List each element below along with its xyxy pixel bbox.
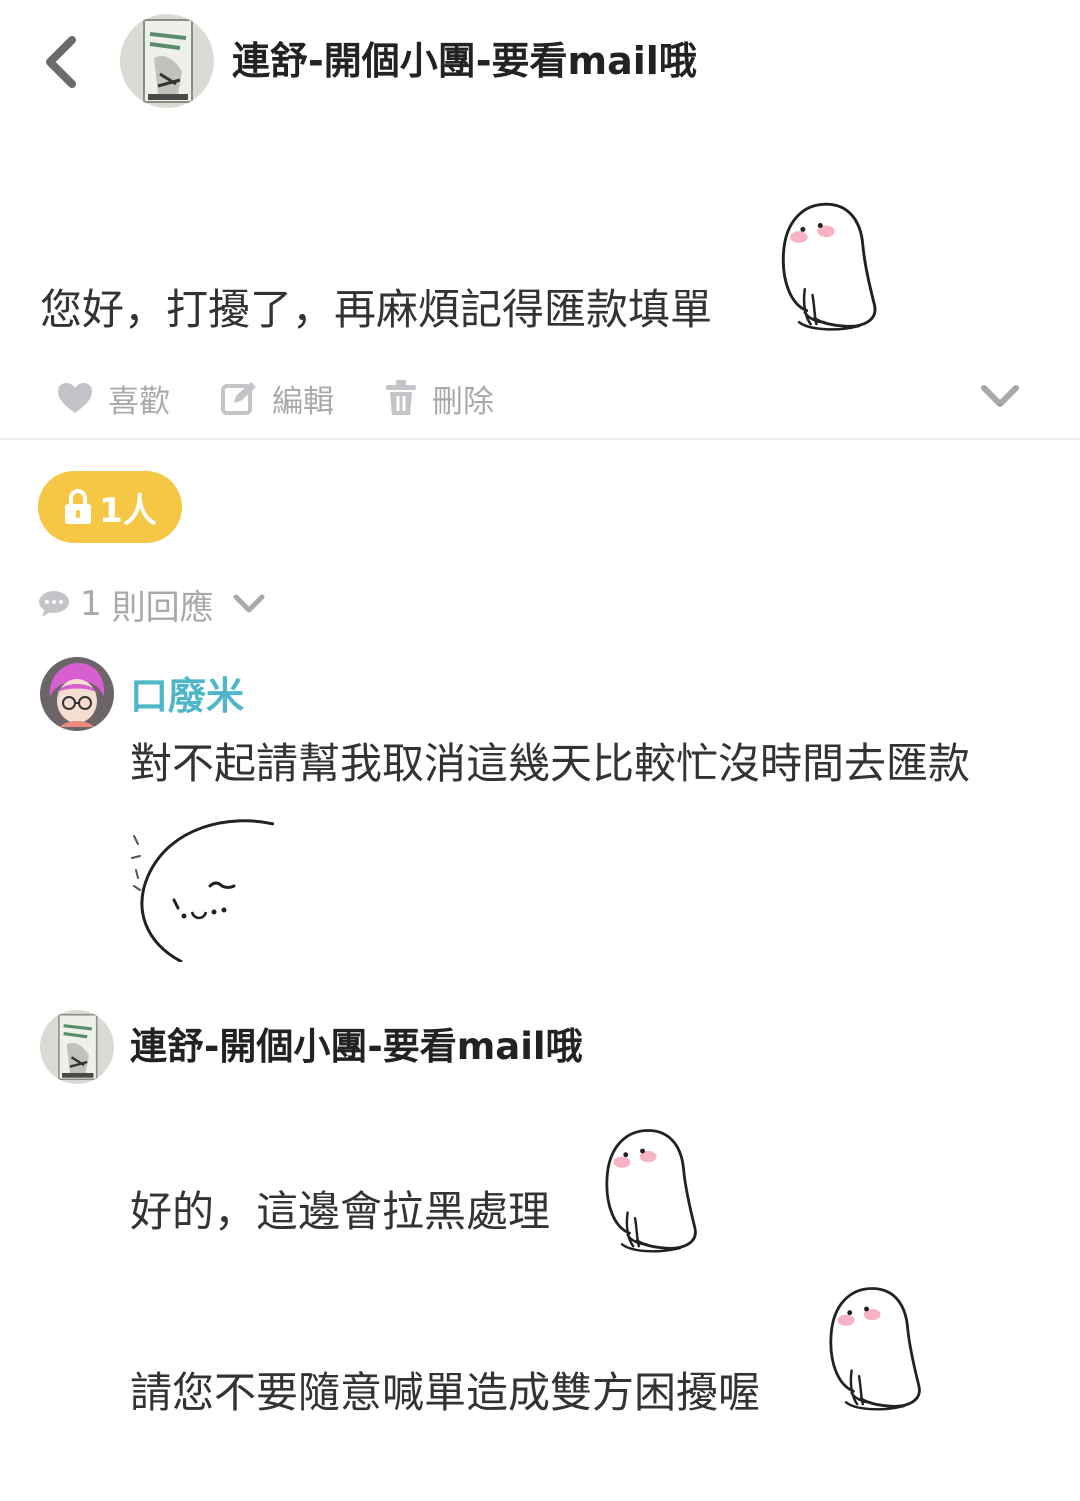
delete-label: 刪除 — [432, 383, 494, 420]
delete-button[interactable]: 刪除 — [384, 374, 494, 422]
replies-toggle[interactable]: 1 則回應 — [38, 580, 266, 628]
edit-button[interactable]: 編輯 — [220, 374, 334, 422]
lock-icon — [65, 489, 92, 524]
conversation-page: 連舒-開個小團-要看mail哦 您好，打擾了，再麻煩記得匯款填單 喜歡 編輯 刪… — [0, 0, 1080, 1501]
reply-message: 對不起請幫我取消這幾天比較忙沒時間去匯款 — [130, 739, 971, 788]
blob-sticker-shy-icon — [594, 1120, 706, 1266]
reply-message: 請您不要隨意喊單造成雙方困擾喔 — [130, 1368, 761, 1417]
post-message: 您好，打擾了，再麻煩記得匯款填單 — [40, 285, 713, 334]
edit-icon — [221, 382, 256, 415]
blob-sticker-peek-icon — [130, 816, 275, 964]
trash-icon — [386, 380, 416, 415]
blob-sticker-shy-icon — [770, 196, 886, 342]
heart-icon — [58, 383, 92, 413]
chevron-down-icon[interactable] — [976, 378, 1024, 414]
avatar[interactable] — [120, 14, 214, 108]
speech-bubble-icon — [39, 591, 69, 617]
blob-sticker-shy-icon — [818, 1278, 930, 1424]
page-title: 連舒-開個小團-要看mail哦 — [232, 39, 697, 83]
like-label: 喜歡 — [108, 383, 170, 420]
reply-author[interactable]: 口廢米 — [130, 671, 244, 721]
reply-count: 1 — [80, 584, 102, 624]
avatar[interactable] — [40, 1010, 114, 1084]
reply-message: 好的，這邊會拉黑處理 — [130, 1187, 551, 1236]
reply-author[interactable]: 連舒-開個小團-要看mail哦 — [130, 1022, 583, 1072]
avatar[interactable] — [40, 657, 114, 731]
badge-count: 1人 — [99, 490, 157, 531]
chevron-left-icon[interactable] — [38, 34, 86, 90]
chevron-down-icon — [233, 594, 265, 613]
edit-label: 編輯 — [272, 383, 334, 420]
divider — [0, 438, 1080, 440]
reply-count-label: 則回應 — [111, 587, 214, 628]
privacy-badge[interactable]: 1人 — [38, 471, 182, 543]
like-button[interactable]: 喜歡 — [56, 374, 170, 422]
